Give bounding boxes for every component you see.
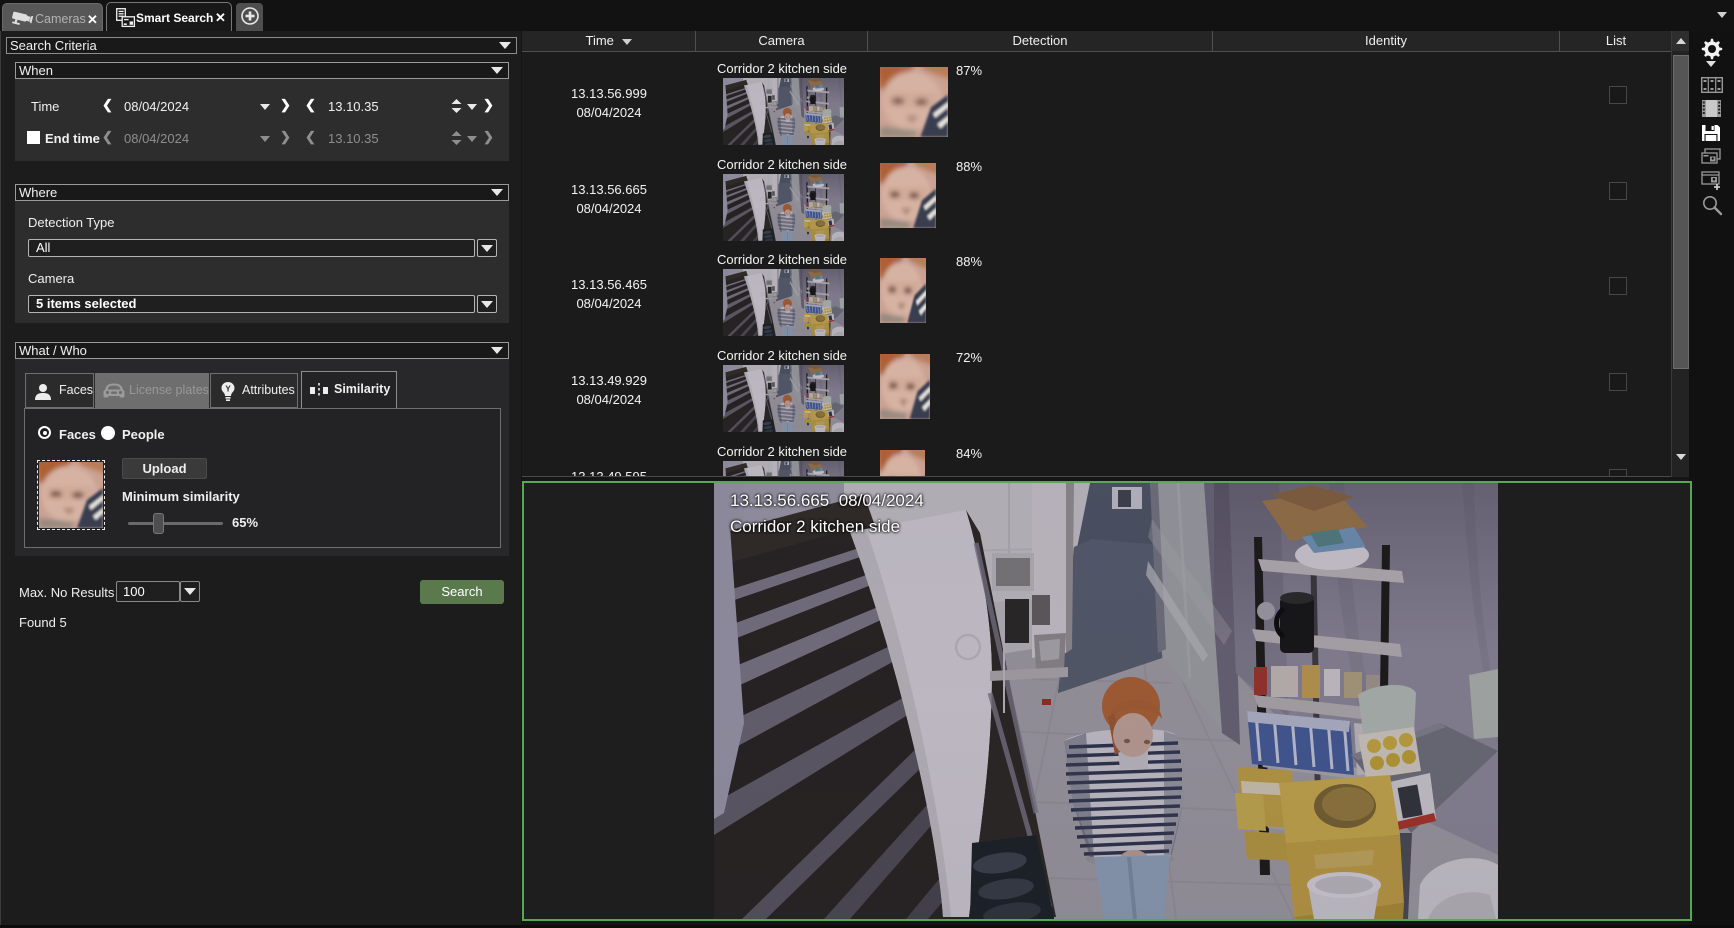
svg-text:Y: Y xyxy=(225,384,231,393)
